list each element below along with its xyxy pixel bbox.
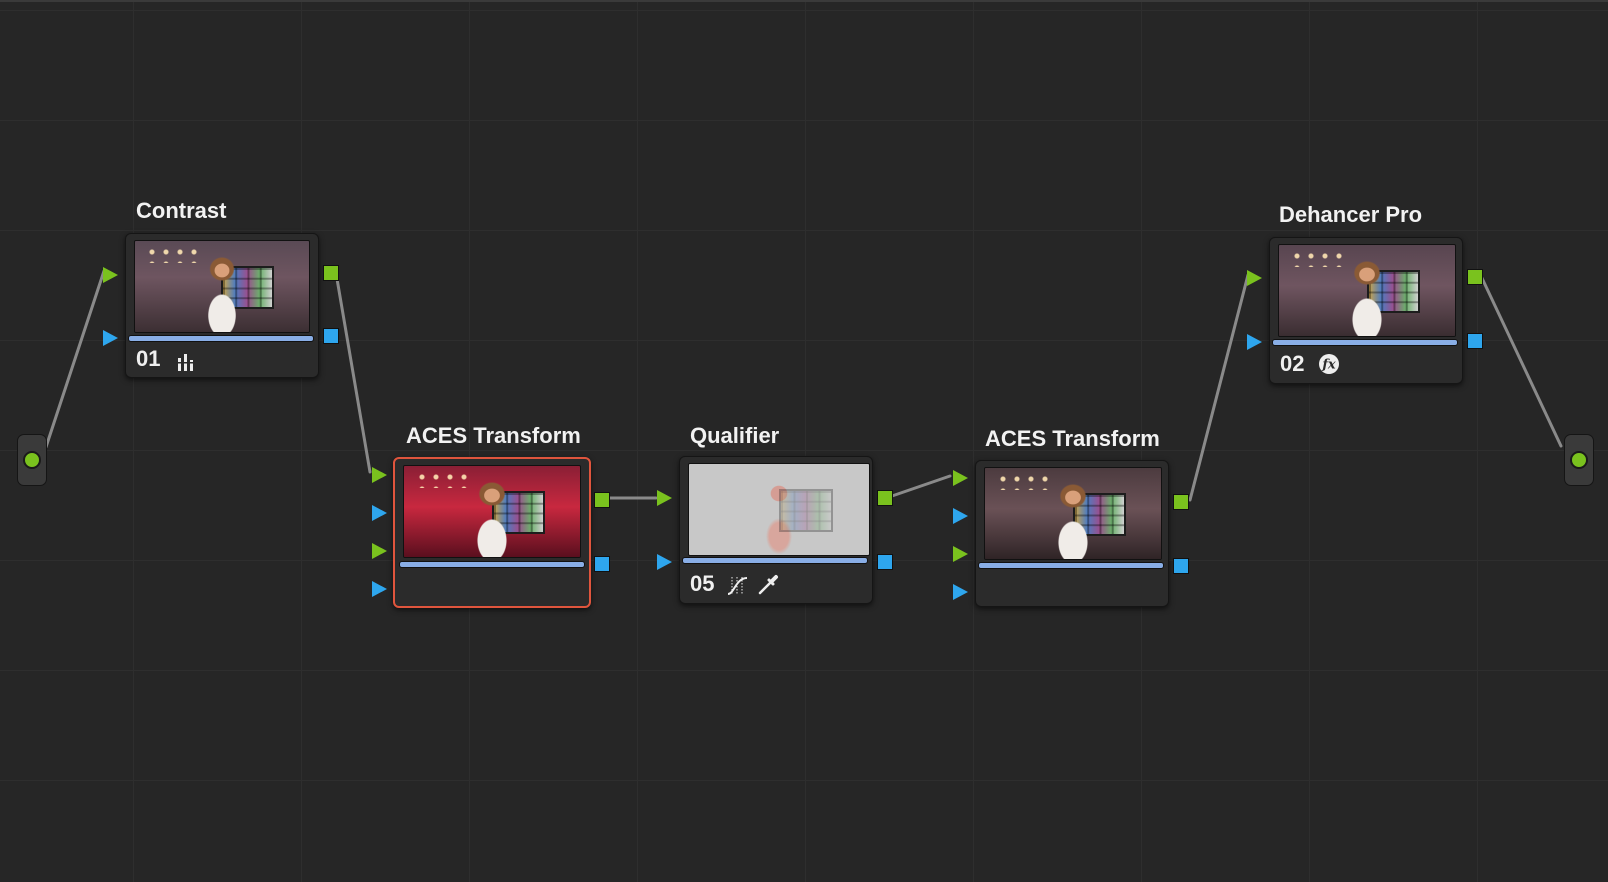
node-01-contrast[interactable]: 01: [125, 233, 319, 378]
curve-qualifier-icon: [727, 577, 748, 595]
node-thumbnail: [134, 240, 310, 333]
node-05-rgb-output[interactable]: [877, 490, 893, 506]
node-thumbnail: [1278, 244, 1456, 337]
node-aces2-alpha-input-1[interactable]: [953, 508, 968, 524]
bars-chart-icon: [177, 354, 194, 371]
node-aces1-alpha-output[interactable]: [594, 556, 610, 572]
node-02-rgb-input[interactable]: [1247, 270, 1262, 286]
node-label-dehancer-pro: Dehancer Pro: [1279, 202, 1423, 227]
node-01-alpha-input[interactable]: [103, 330, 118, 346]
node-05-rgb-input[interactable]: [657, 490, 672, 506]
node-aces1-alpha-input-1[interactable]: [372, 505, 387, 521]
node-progress-bar: [400, 562, 584, 567]
node-aces2-rgb-input-2[interactable]: [953, 546, 968, 562]
output-node[interactable]: [1564, 434, 1594, 486]
output-input-port[interactable]: [1570, 451, 1588, 469]
node-aces2-alpha-output[interactable]: [1173, 558, 1189, 574]
source-input-node[interactable]: [17, 434, 47, 486]
node-label-qualifier: Qualifier: [690, 423, 780, 448]
node-progress-bar: [979, 563, 1163, 568]
fx-icon: fx: [1319, 354, 1339, 374]
node-aces2-alpha-input-2[interactable]: [953, 584, 968, 600]
node-01-rgb-output[interactable]: [323, 265, 339, 281]
node-aces2-rgb-input-1[interactable]: [953, 470, 968, 486]
node-graph-canvas[interactable]: [0, 0, 1608, 882]
node-02-dehancer-pro[interactable]: 02 fx: [1269, 237, 1463, 384]
node-thumbnail: [984, 467, 1162, 560]
node-01-rgb-input[interactable]: [103, 267, 118, 283]
node-aces1-rgb-input-2[interactable]: [372, 543, 387, 559]
node-aces1-rgb-input-1[interactable]: [372, 467, 387, 483]
node-label-aces-transform-1: ACES Transform: [406, 423, 581, 448]
node-label-contrast: Contrast: [136, 198, 227, 223]
node-aces2-rgb-output[interactable]: [1173, 494, 1189, 510]
node-02-alpha-input[interactable]: [1247, 334, 1262, 350]
node-label-aces-transform-2: ACES Transform: [985, 426, 1160, 451]
node-thumbnail: [403, 465, 581, 558]
eyedropper-icon: [758, 575, 778, 595]
node-02-alpha-output[interactable]: [1467, 333, 1483, 349]
svg-text:fx: fx: [1321, 358, 1336, 373]
node-thumbnail: [688, 463, 870, 556]
node-progress-bar: [129, 336, 313, 341]
node-05-alpha-input[interactable]: [657, 554, 672, 570]
node-01-alpha-output[interactable]: [323, 328, 339, 344]
node-number: 02: [1280, 351, 1305, 376]
node-05-qualifier[interactable]: 05: [679, 456, 873, 604]
node-aces1-alpha-input-2[interactable]: [372, 581, 387, 597]
node-progress-bar: [683, 558, 867, 563]
node-02-rgb-output[interactable]: [1467, 269, 1483, 285]
node-number: 01: [136, 346, 161, 371]
node-progress-bar: [1273, 340, 1457, 345]
node-aces-transform-1[interactable]: [393, 457, 591, 608]
node-aces1-rgb-output[interactable]: [594, 492, 610, 508]
node-aces-transform-2[interactable]: [975, 460, 1169, 607]
node-05-alpha-output[interactable]: [877, 554, 893, 570]
source-output-port[interactable]: [23, 451, 41, 469]
node-number: 05: [690, 571, 715, 596]
